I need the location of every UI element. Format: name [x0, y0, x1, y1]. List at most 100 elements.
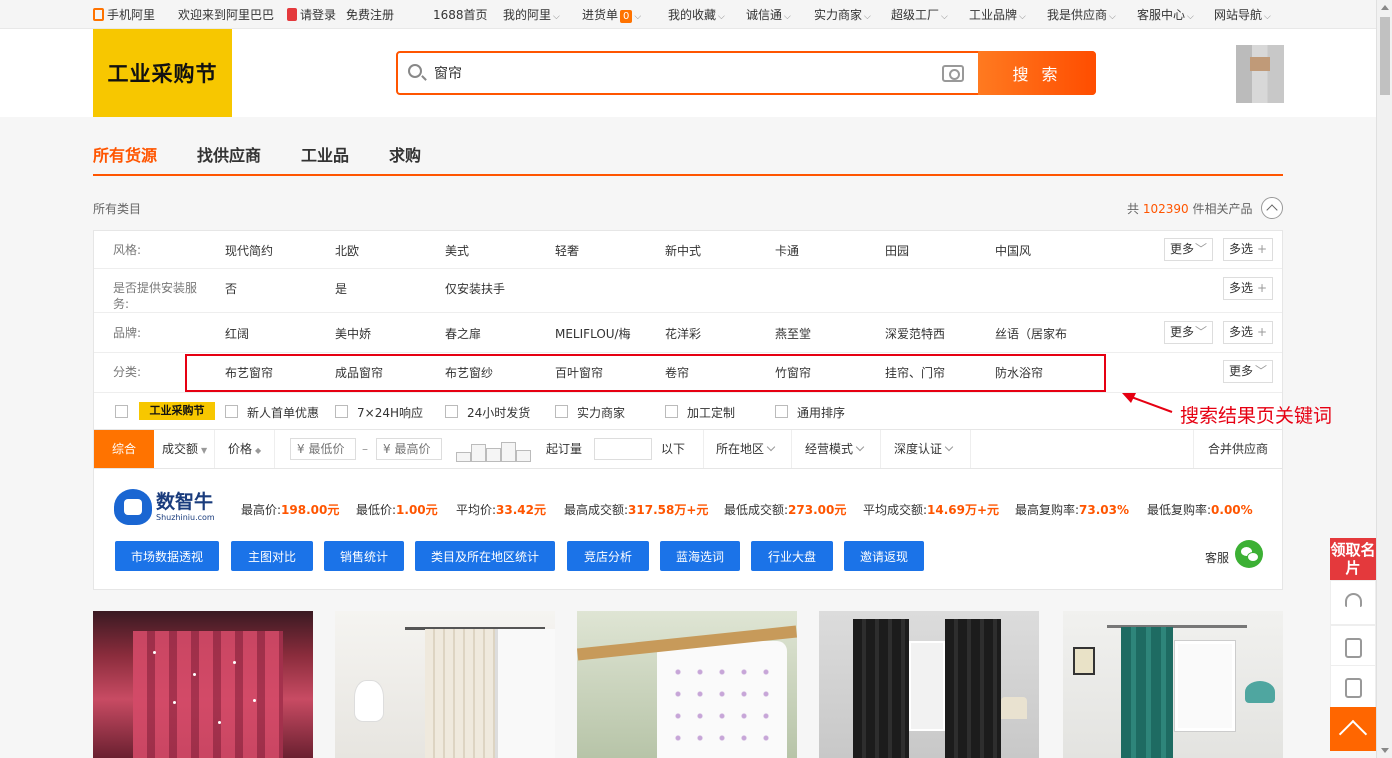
site-logo[interactable]: 工业采购节: [93, 29, 232, 117]
product-image[interactable]: [819, 611, 1039, 758]
certification-dropdown[interactable]: 深度认证: [894, 430, 954, 468]
multi-select-button[interactable]: 多选 +: [1223, 238, 1273, 261]
filter-option[interactable]: 燕至堂: [775, 325, 811, 342]
search-input[interactable]: [434, 61, 914, 85]
tab-all-products[interactable]: 所有货源: [93, 142, 157, 166]
checkbox-label[interactable]: 通用排序: [797, 404, 845, 421]
filter-option[interactable]: 是: [335, 280, 347, 297]
sort-price[interactable]: 价格 ◆: [228, 430, 261, 468]
min-price-input[interactable]: [290, 438, 356, 460]
industrial-brand-menu[interactable]: 工业品牌 ⌵: [969, 7, 1026, 25]
wechat-icon[interactable]: [1235, 540, 1263, 568]
filter-option[interactable]: 新中式: [665, 242, 701, 259]
filter-option[interactable]: 田园: [885, 242, 909, 259]
headset-icon[interactable]: [1330, 580, 1376, 625]
power-merchant-menu[interactable]: 实力商家 ⌵: [814, 7, 871, 25]
checkbox[interactable]: [335, 405, 348, 418]
scroll-thumb[interactable]: [1380, 17, 1390, 95]
feedback-icon[interactable]: [1330, 665, 1376, 710]
trust-menu[interactable]: 诚信通 ⌵: [746, 7, 791, 25]
site-nav-menu[interactable]: 网站导航 ⌵: [1214, 7, 1271, 25]
multi-select-button[interactable]: 多选 +: [1223, 321, 1273, 344]
more-button[interactable]: 更多 ﹀: [1164, 321, 1213, 344]
filter-option[interactable]: 现代简约: [225, 242, 273, 259]
checkbox[interactable]: [225, 405, 238, 418]
scrollbar[interactable]: [1376, 0, 1392, 758]
get-card-button[interactable]: 领取名片: [1330, 538, 1376, 580]
product-image[interactable]: [335, 611, 555, 758]
shuzhiniu-logo[interactable]: 数智牛 Shuzhiniu.com: [114, 487, 222, 527]
competitor-analysis-button[interactable]: 竞店分析: [567, 541, 649, 571]
cart-menu[interactable]: 进货单 0 ⌵: [582, 7, 641, 25]
filter-option[interactable]: MELIFLOU/梅: [555, 325, 631, 342]
moq-input[interactable]: [594, 438, 652, 460]
filter-option[interactable]: 丝语（居家布: [995, 325, 1067, 342]
top-bar: 手机阿里 欢迎来到阿里巴巴 请登录 免费注册 1688首页 我的阿里 ⌵ 进货单 0…: [0, 0, 1376, 29]
business-mode-dropdown[interactable]: 经营模式: [805, 430, 865, 468]
sort-composite[interactable]: 综合: [94, 430, 154, 468]
checkbox[interactable]: [445, 405, 458, 418]
scroll-down-icon[interactable]: [1381, 748, 1389, 753]
search-button[interactable]: 搜 索: [978, 51, 1096, 95]
checkbox[interactable]: [665, 405, 678, 418]
checkbox-label[interactable]: 7×24H响应: [357, 404, 423, 421]
blue-ocean-button[interactable]: 蓝海选词: [660, 541, 740, 571]
filter-option[interactable]: 中国风: [995, 242, 1031, 259]
tab-industrial[interactable]: 工业品: [301, 142, 349, 166]
all-categories[interactable]: 所有类目: [93, 200, 141, 217]
phone-icon[interactable]: [1330, 625, 1376, 670]
product-image[interactable]: [577, 611, 797, 758]
filter-option[interactable]: 春之扉: [445, 325, 481, 342]
filter-option[interactable]: 否: [225, 280, 237, 297]
multi-select-button[interactable]: 多选 +: [1223, 277, 1273, 300]
product-image[interactable]: [1063, 611, 1283, 758]
back-to-top-button[interactable]: [1330, 707, 1376, 751]
filter-option[interactable]: 仅安装扶手: [445, 280, 505, 297]
my-ali-menu[interactable]: 我的阿里 ⌵: [503, 7, 560, 25]
market-data-button[interactable]: 市场数据透视: [115, 541, 219, 571]
invite-cashback-button[interactable]: 邀请返现: [844, 541, 924, 571]
supplier-menu[interactable]: 我是供应商 ⌵: [1047, 7, 1116, 25]
max-price-input[interactable]: [376, 438, 442, 460]
location-dropdown[interactable]: 所在地区: [716, 430, 776, 468]
more-button[interactable]: 更多 ﹀: [1223, 360, 1273, 383]
filter-option[interactable]: 深爱范特西: [885, 325, 945, 342]
super-factory-menu[interactable]: 超级工厂 ⌵: [891, 7, 948, 25]
checkbox[interactable]: [555, 405, 568, 418]
checkbox[interactable]: [115, 405, 128, 418]
favorites-menu[interactable]: 我的收藏 ⌵: [668, 7, 725, 25]
more-button[interactable]: 更多 ﹀: [1164, 238, 1213, 261]
filter-option[interactable]: 花洋彩: [665, 325, 701, 342]
checkbox-label[interactable]: 24小时发货: [467, 404, 530, 421]
checkbox-label[interactable]: 实力商家: [577, 404, 625, 421]
avatar[interactable]: [1236, 45, 1284, 103]
login-link[interactable]: 请登录: [287, 7, 336, 23]
checkbox-label[interactable]: 加工定制: [687, 404, 735, 421]
filter-option[interactable]: 北欧: [335, 242, 359, 259]
checkbox-label[interactable]: 新人首单优惠: [247, 404, 319, 421]
service-menu[interactable]: 客服中心 ⌵: [1137, 7, 1194, 25]
home-link[interactable]: 1688首页: [433, 7, 488, 23]
sales-stats-button[interactable]: 销售统计: [324, 541, 404, 571]
filter-option[interactable]: 美中娇: [335, 325, 371, 342]
mobile-link[interactable]: 手机阿里: [93, 7, 155, 23]
chevron-down-icon: ⌵: [1187, 12, 1194, 22]
product-image[interactable]: [93, 611, 313, 758]
filter-option[interactable]: 卡通: [775, 242, 799, 259]
collapse-up-icon[interactable]: [1261, 197, 1283, 219]
image-compare-button[interactable]: 主图对比: [231, 541, 313, 571]
merge-supplier-toggle[interactable]: 合并供应商: [1208, 430, 1268, 468]
industry-overview-button[interactable]: 行业大盘: [751, 541, 833, 571]
camera-icon[interactable]: [942, 65, 964, 82]
filter-option[interactable]: 红阔: [225, 325, 249, 342]
scroll-up-icon[interactable]: [1381, 5, 1389, 10]
checkbox[interactable]: [775, 405, 788, 418]
price-range-chart-icon[interactable]: [456, 438, 532, 462]
tab-purchase[interactable]: 求购: [389, 142, 421, 166]
filter-option[interactable]: 轻奢: [555, 242, 579, 259]
register-link[interactable]: 免费注册: [346, 7, 394, 23]
category-region-button[interactable]: 类目及所在地区统计: [415, 541, 555, 571]
filter-option[interactable]: 美式: [445, 242, 469, 259]
sort-volume[interactable]: 成交额 ▼: [162, 430, 207, 468]
tab-suppliers[interactable]: 找供应商: [197, 142, 261, 166]
